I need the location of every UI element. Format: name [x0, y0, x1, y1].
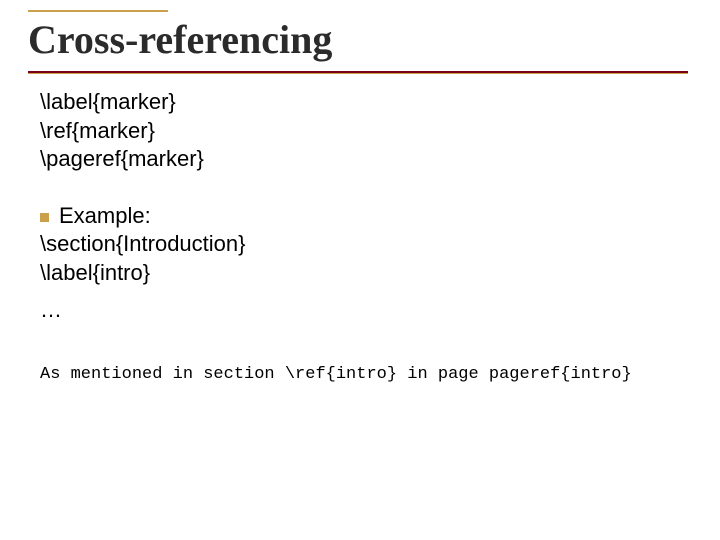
mono-ref: \ref{intro} [285, 365, 397, 384]
cmd-ref: \ref{marker} [40, 117, 680, 146]
example-section: \section{Introduction} [40, 230, 680, 259]
title-shortline [28, 10, 168, 12]
example-label: Example: [59, 203, 151, 228]
example-labelintro: \label{intro} [40, 259, 680, 288]
mono-line: As mentioned in section \ref{intro} in p… [40, 364, 680, 386]
example-block: Example: \section{Introduction} \label{i… [40, 202, 680, 324]
mono-pre: As mentioned in section [40, 365, 285, 384]
slide-body: \label{marker} \ref{marker} \pageref{mar… [40, 88, 680, 386]
title-block: Cross-referencing [28, 10, 688, 73]
slide-title: Cross-referencing [28, 10, 688, 73]
cmd-label: \label{marker} [40, 88, 680, 117]
mono-pageref: pageref{intro} [489, 365, 632, 384]
commands-block: \label{marker} \ref{marker} \pageref{mar… [40, 88, 680, 174]
mono-mid: in page [397, 365, 489, 384]
example-ellipsis: … [40, 296, 680, 325]
title-underline [28, 71, 688, 73]
bullet-icon [40, 213, 49, 222]
cmd-pageref: \pageref{marker} [40, 145, 680, 174]
slide: Cross-referencing \label{marker} \ref{ma… [0, 0, 720, 540]
example-heading-line: Example: [40, 202, 680, 231]
